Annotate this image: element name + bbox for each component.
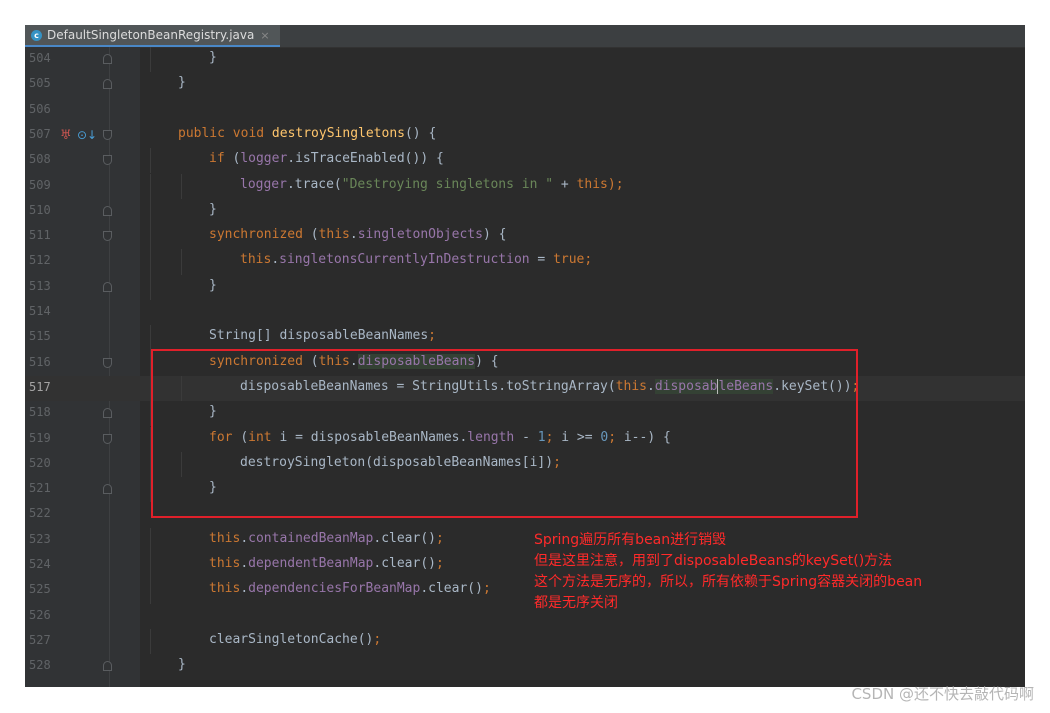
fold-marker-icon[interactable] <box>103 54 112 64</box>
line-number: 505 <box>29 76 51 91</box>
code-line[interactable]: 511 synchronized (this.singletonObjects) … <box>25 224 1025 250</box>
indent-guide <box>150 198 151 225</box>
indent-guide <box>181 173 182 199</box>
indent-guide <box>150 148 151 174</box>
line-number: 520 <box>29 455 51 470</box>
tab-filename: DefaultSingletonBeanRegistry.java <box>47 28 255 42</box>
code-line[interactable]: 504} <box>25 47 1025 73</box>
line-number: 509 <box>29 177 51 192</box>
code-line[interactable]: 507 ♅ ⊙↓ public void destroySingletons() { <box>25 123 1025 148</box>
fold-marker-icon[interactable] <box>103 484 112 495</box>
code-text: if (logger.isTraceEnabled()) { <box>209 151 444 167</box>
code-text: this.singletonsCurrentlyInDestruction = … <box>240 252 593 268</box>
line-number: 514 <box>29 304 51 318</box>
indent-guide <box>150 325 151 351</box>
code-line[interactable]: 510} <box>25 198 1025 225</box>
line-number: 515 <box>29 329 51 344</box>
line-number: 522 <box>29 506 51 521</box>
line-number: 524 <box>29 557 51 571</box>
code-line[interactable]: 512 this.singletonsCurrentlyInDestruction… <box>25 249 1025 275</box>
csdn-watermark: CSDN @还不快去敲代码啊 <box>851 685 1034 703</box>
fold-marker-icon[interactable] <box>103 408 112 419</box>
close-icon[interactable]: × <box>260 29 269 42</box>
fold-marker-icon[interactable] <box>103 129 112 140</box>
line-number: 511 <box>29 228 51 243</box>
line-number: 523 <box>29 531 51 546</box>
fold-marker-icon[interactable] <box>103 231 112 242</box>
line-number: 516 <box>29 354 51 369</box>
highlight-box <box>151 349 858 518</box>
code-text: synchronized (this.singletonObjects) { <box>209 227 507 243</box>
code-text: clearSingletonCache(); <box>209 631 382 647</box>
line-number: 506 <box>29 101 51 116</box>
indent-guide <box>150 578 151 604</box>
line-number: 504 <box>29 51 51 65</box>
indent-guide <box>150 527 151 553</box>
annotation-line: Spring遍历所有bean进行销毁 <box>534 532 727 548</box>
indent-guide <box>150 249 151 275</box>
indent-guide <box>181 249 182 275</box>
editor-tab-bar: c DefaultSingletonBeanRegistry.java × <box>25 25 1025 48</box>
indent-guide <box>150 47 151 73</box>
line-number: 528 <box>29 658 51 673</box>
indent-guide <box>150 628 151 655</box>
line-number: 507 <box>29 126 51 141</box>
code-line[interactable]: 527 clearSingletonCache(); <box>25 628 1025 655</box>
code-line[interactable]: 505} <box>25 72 1025 97</box>
code-line[interactable]: 506 <box>25 98 1025 123</box>
code-line[interactable]: 515 String[] disposableBeanNames; <box>25 325 1025 351</box>
line-number: 513 <box>29 278 51 293</box>
code-line[interactable]: 509 logger.trace("Destroying singletons i… <box>25 173 1025 199</box>
annotation-line: 都是无序关闭 <box>534 595 618 611</box>
code-line[interactable]: 514 <box>25 300 1025 325</box>
code-text: String[] disposableBeanNames; <box>209 328 436 344</box>
editor-tab-defaultsingletonbeanregistry[interactable]: c DefaultSingletonBeanRegistry.java × <box>25 25 280 47</box>
annotation-line: 这个方法是无序的，所以，所有依赖于Spring容器关闭的bean <box>534 574 923 590</box>
code-text: } <box>209 201 217 217</box>
line-number: 512 <box>29 253 51 268</box>
code-text: public void destroySingletons() { <box>178 125 437 141</box>
code-text: } <box>209 277 217 293</box>
fold-marker-icon[interactable] <box>103 79 112 90</box>
indent-guide <box>150 553 151 579</box>
overriding-method-icon[interactable]: ⊙↓ <box>77 128 97 142</box>
line-number: 521 <box>29 481 51 496</box>
line-number: 525 <box>29 582 51 597</box>
fold-marker-icon[interactable] <box>103 281 112 292</box>
indent-guide <box>150 173 151 199</box>
code-text: } <box>178 75 186 91</box>
code-text: logger.trace("Destroying singletons in "… <box>240 176 624 192</box>
code-line[interactable]: 508 if (logger.isTraceEnabled()) { <box>25 148 1025 174</box>
indent-guide <box>150 224 151 250</box>
java-class-icon: c <box>31 29 42 41</box>
line-number: 527 <box>29 632 51 647</box>
line-number: 517 <box>29 379 51 394</box>
line-number: 508 <box>29 152 51 167</box>
debug-marker-icon[interactable]: ♅ <box>60 128 72 143</box>
fold-marker-icon[interactable] <box>103 205 112 216</box>
code-text: } <box>209 50 217 65</box>
code-line[interactable]: 513} <box>25 274 1025 300</box>
line-number: 518 <box>29 405 51 420</box>
annotation-line: 但是这里注意，用到了disposableBeans的keySet()方法 <box>534 553 893 569</box>
fold-marker-icon[interactable] <box>103 433 112 444</box>
line-number: 510 <box>29 202 51 217</box>
code-text: this.dependentBeanMap.clear(); <box>209 556 444 571</box>
code-text: this.dependenciesForBeanMap.clear(); <box>209 581 491 597</box>
code-line[interactable]: 528} <box>25 654 1025 679</box>
line-number: 526 <box>29 607 51 622</box>
annotation-note: Spring遍历所有bean进行销毁 但是这里注意，用到了disposableB… <box>534 530 922 614</box>
fold-marker-icon[interactable] <box>103 357 112 368</box>
indent-guide <box>150 274 151 300</box>
fold-marker-icon[interactable] <box>103 155 112 166</box>
line-number: 519 <box>29 430 51 445</box>
code-text: } <box>178 657 186 673</box>
code-text: this.containedBeanMap.clear(); <box>209 530 444 546</box>
fold-marker-icon[interactable] <box>103 661 112 672</box>
